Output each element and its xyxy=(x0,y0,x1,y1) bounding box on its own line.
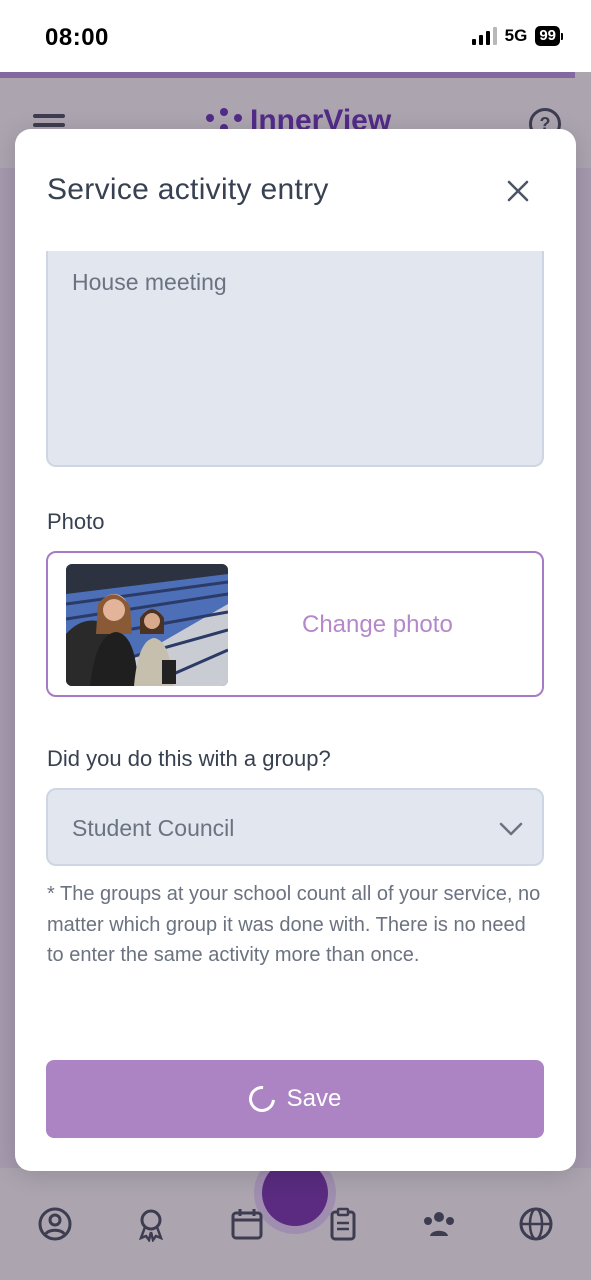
photo-label: Photo xyxy=(47,509,105,534)
description-textarea[interactable]: House meeting xyxy=(46,251,544,467)
battery-icon: 99 xyxy=(535,26,563,46)
group-select-value: Student Council xyxy=(72,815,235,841)
status-bar: 08:00 5G 99 xyxy=(0,0,591,72)
loading-spinner-icon xyxy=(243,1080,280,1118)
close-icon[interactable] xyxy=(502,175,534,207)
group-question-label: Did you do this with a group? xyxy=(47,746,331,771)
save-button[interactable]: Save xyxy=(46,1060,544,1138)
battery-level: 99 xyxy=(535,26,560,46)
status-indicators: 5G 99 xyxy=(471,26,563,46)
modal-title: Service activity entry xyxy=(47,173,329,206)
group-select[interactable]: Student Council xyxy=(46,788,544,866)
network-type: 5G xyxy=(504,26,528,45)
signal-icon xyxy=(471,27,497,45)
change-photo-button[interactable]: Change photo xyxy=(302,611,453,639)
service-entry-modal: Service activity entry House meeting Pho… xyxy=(15,129,576,1171)
photo-field[interactable]: Change photo xyxy=(46,551,544,697)
photo-thumbnail xyxy=(66,564,228,686)
chevron-down-icon xyxy=(499,822,523,836)
status-time: 08:00 xyxy=(45,24,109,51)
save-label: Save xyxy=(286,1085,342,1112)
group-note: * The groups at your school count all of… xyxy=(47,883,541,966)
